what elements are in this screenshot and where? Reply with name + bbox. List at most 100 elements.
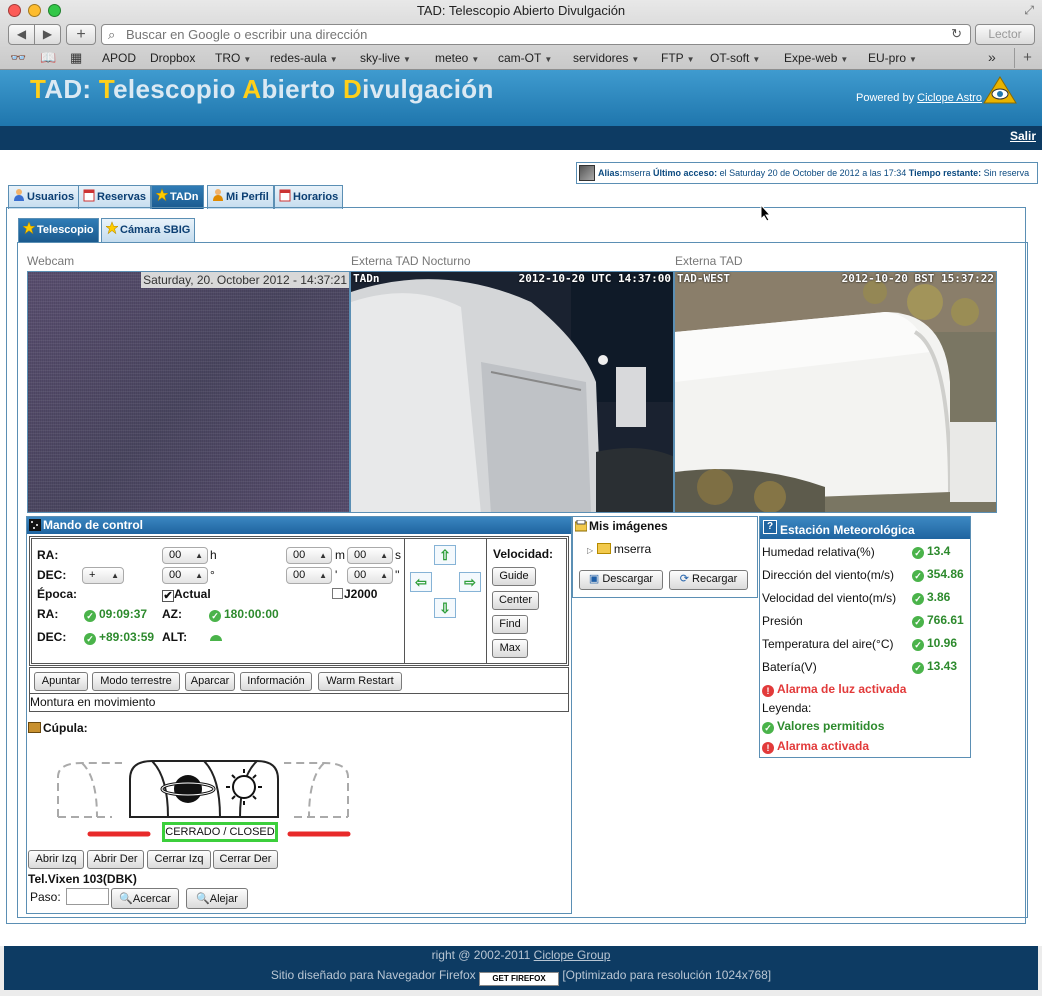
tab-telescopio[interactable]: Telescopio <box>18 218 99 242</box>
address-input[interactable] <box>126 25 946 44</box>
ra-hours-select[interactable]: 00 ▲ <box>162 547 208 564</box>
chevron-down-icon: ▼ <box>471 55 480 64</box>
address-bar[interactable]: ⌕ ↻ <box>101 24 971 45</box>
bookmark-dropbox[interactable]: Dropbox <box>150 51 195 65</box>
dec-minutes-select[interactable]: 00 ▲ <box>286 567 332 584</box>
informacion-button[interactable]: Información <box>240 672 312 691</box>
speed-guide-button[interactable]: Guide <box>492 567 536 586</box>
checkbox-icon[interactable] <box>332 588 343 599</box>
abrir-izq-button[interactable]: Abrir Izq <box>28 850 84 869</box>
ciclope-group-link[interactable]: Ciclope Group <box>534 948 611 962</box>
remaining-label: Tiempo restante: <box>908 168 982 178</box>
forward-button[interactable]: ▶ <box>34 24 61 45</box>
epoca-j2000-option[interactable]: J2000 <box>332 587 377 601</box>
checkbox-checked-icon[interactable]: ✔ <box>162 590 174 602</box>
tab-mi-perfil[interactable]: Mi Perfil <box>207 185 274 209</box>
bookmark-folder-meteo[interactable]: meteo ▼ <box>435 51 479 65</box>
bookmark-folder-servidores[interactable]: servidores ▼ <box>573 51 639 65</box>
tab-reservas[interactable]: Reservas <box>78 185 151 209</box>
paso-input[interactable] <box>66 888 109 905</box>
dec-degrees-select[interactable]: 00 ▲ <box>162 567 208 584</box>
move-north-button[interactable]: ⇧ <box>434 545 456 565</box>
tab-label: Cámara SBIG <box>120 224 191 236</box>
cerrar-der-button[interactable]: Cerrar Der <box>213 850 278 869</box>
abrir-der-button[interactable]: Abrir Der <box>87 850 144 869</box>
acercar-label: Acercar <box>132 893 171 905</box>
apuntar-button[interactable]: Apuntar <box>34 672 88 691</box>
meteo-humedad-label: Humedad relativa(%) <box>762 545 875 559</box>
acercar-button[interactable]: 🔍Acercar <box>111 888 179 909</box>
bookmark-folder-ftp[interactable]: FTP ▼ <box>661 51 695 65</box>
dec-seconds-select[interactable]: 00 ▲ <box>347 567 393 584</box>
select-value: 00 <box>293 549 306 561</box>
get-firefox-badge[interactable]: GET FIREFOX <box>479 972 559 986</box>
aparcar-button[interactable]: Aparcar <box>185 672 235 691</box>
bookmark-folder-redes-aula[interactable]: redes-aula ▼ <box>270 51 338 65</box>
tab-usuarios[interactable]: Usuarios <box>8 185 80 209</box>
bookmarks-icon[interactable]: 📖 <box>40 50 56 66</box>
bookmark-folder-expe-web[interactable]: Expe-web ▼ <box>784 51 848 65</box>
title-part: elescopio <box>113 74 243 104</box>
chevron-down-icon: ▼ <box>909 55 917 64</box>
check-icon: ✓ <box>912 547 924 559</box>
speed-center-button[interactable]: Center <box>492 591 539 610</box>
night-dome-picture <box>351 272 673 512</box>
reload-icon[interactable]: ↻ <box>951 26 962 42</box>
bookmark-label: meteo <box>435 51 469 65</box>
close-window-button[interactable] <box>8 4 21 17</box>
tab-camara-sbig[interactable]: Cámara SBIG <box>101 218 196 242</box>
descargar-button[interactable]: ▣ Descargar <box>579 570 663 590</box>
meteo-direccion-value: ✓ 354.86 <box>912 567 964 582</box>
dec-label: DEC: <box>37 568 67 582</box>
select-value: 00 <box>293 569 306 581</box>
alt-label: ALT: <box>162 630 188 644</box>
speed-max-button[interactable]: Max <box>492 639 528 658</box>
fullscreen-icon[interactable]: ⤢ <box>1024 3 1034 18</box>
more-bookmarks-icon[interactable]: » <box>988 49 996 65</box>
bookmark-folder-ot-soft[interactable]: OT-soft ▼ <box>710 51 760 65</box>
back-button[interactable]: ◀ <box>8 24 35 45</box>
bookmark-folder-sky-live[interactable]: sky-live ▼ <box>360 51 411 65</box>
bookmark-apod[interactable]: APOD <box>102 51 136 65</box>
dec-sign-select[interactable]: + ▲ <box>82 567 124 584</box>
bookmark-folder-tro[interactable]: TRO ▼ <box>215 51 251 65</box>
night-cam-osd-time: 2012-10-20 UTC 14:37:00 <box>518 272 671 285</box>
cerrar-izq-button[interactable]: Cerrar Izq <box>147 850 211 869</box>
move-south-button[interactable]: ⇩ <box>434 598 456 618</box>
ra-current-value: ✓ 09:09:37 <box>84 607 147 622</box>
tab-label: Mi Perfil <box>226 191 269 203</box>
add-tab-button[interactable]: + <box>1014 48 1040 68</box>
zoom-window-button[interactable] <box>48 4 61 17</box>
help-icon[interactable]: ? <box>763 520 777 534</box>
ra-seconds-select[interactable]: 00 ▲ <box>347 547 393 564</box>
new-tab-button[interactable]: + <box>66 24 96 45</box>
unit-sec: '' <box>395 568 400 582</box>
powered-by: Powered by Ciclope Astro <box>856 92 982 104</box>
tab-horarios[interactable]: Horarios <box>274 185 344 209</box>
avatar <box>579 165 595 181</box>
epoca-actual-option[interactable]: ✔Actual <box>162 587 211 602</box>
recargar-button[interactable]: ⟳ Recargar <box>669 570 748 590</box>
bookmark-folder-cam-ot[interactable]: cam-OT ▼ <box>498 51 552 65</box>
reader-button[interactable]: Lector <box>975 24 1035 45</box>
bookmark-folder-eu-pro[interactable]: EU-pro ▼ <box>868 51 917 65</box>
chevron-down-icon: ▼ <box>329 55 338 64</box>
ra-minutes-select[interactable]: 00 ▲ <box>286 547 332 564</box>
modo-terrestre-button[interactable]: Modo terrestre <box>92 672 180 691</box>
logout-link[interactable]: Salir <box>1010 129 1036 143</box>
minimize-window-button[interactable] <box>28 4 41 17</box>
alejar-button[interactable]: 🔍Alejar <box>186 888 248 909</box>
move-west-button[interactable]: ⇦ <box>410 572 432 592</box>
meteo-value: 13.43 <box>927 659 958 673</box>
meteo-temperatura-value: ✓ 10.96 <box>912 636 957 651</box>
warm-restart-button[interactable]: Warm Restart <box>318 672 402 691</box>
reading-list-icon[interactable]: 👓 <box>10 50 26 66</box>
move-east-button[interactable]: ⇨ <box>459 572 481 592</box>
ciclope-logo-icon <box>983 76 1017 104</box>
top-sites-icon[interactable]: ▦ <box>70 50 82 66</box>
expand-icon[interactable]: ▷ <box>587 546 593 555</box>
folder-item-mserra[interactable]: ▷ mserra <box>587 542 651 556</box>
ciclope-astro-link[interactable]: Ciclope Astro <box>917 92 982 104</box>
speed-find-button[interactable]: Find <box>492 615 528 634</box>
tab-tadn[interactable]: TADn <box>151 185 204 209</box>
